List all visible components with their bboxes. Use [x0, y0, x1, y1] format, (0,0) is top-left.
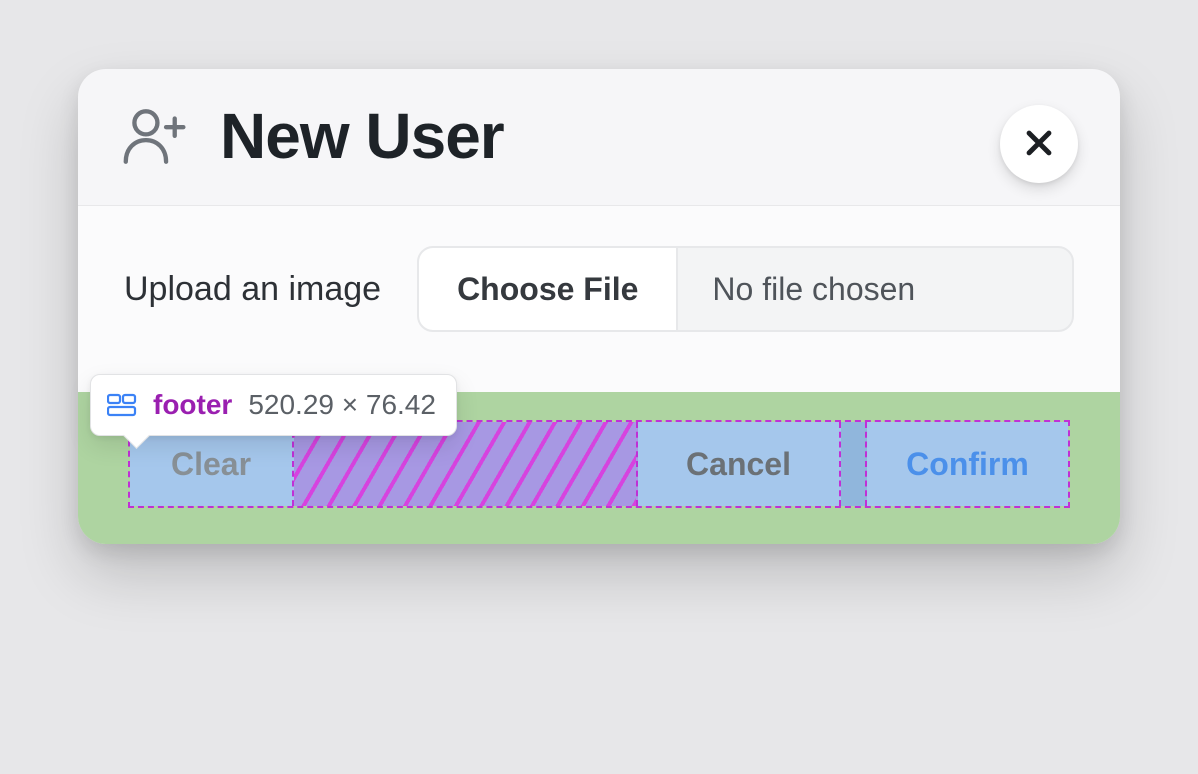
devtools-element-tooltip: footer 520.29 × 76.42 [90, 374, 457, 436]
close-icon [1022, 126, 1056, 163]
confirm-button-label: Confirm [906, 446, 1029, 483]
choose-file-button[interactable]: Choose File [419, 248, 678, 330]
tooltip-element-name: footer [153, 389, 232, 421]
dialog-header: New User [78, 69, 1120, 205]
new-user-dialog: New User Upload an image Choose File No … [78, 69, 1120, 544]
upload-label: Upload an image [124, 270, 381, 309]
dialog-title: New User [220, 99, 504, 173]
footer-right-group: Cancel Confirm [638, 422, 1068, 506]
close-button[interactable] [1000, 105, 1078, 183]
user-add-icon [120, 106, 192, 166]
cancel-button[interactable]: Cancel [638, 422, 841, 506]
footer-button-gap [841, 422, 867, 506]
clear-button-label: Clear [171, 446, 251, 483]
stage: New User Upload an image Choose File No … [0, 0, 1198, 774]
dialog-body: Upload an image Choose File No file chos… [78, 205, 1120, 392]
file-status: No file chosen [678, 248, 1072, 330]
tooltip-element-dimensions: 520.29 × 76.42 [248, 389, 436, 421]
flex-container-icon [107, 393, 137, 417]
file-input[interactable]: Choose File No file chosen [417, 246, 1074, 332]
confirm-button[interactable]: Confirm [867, 422, 1068, 506]
cancel-button-label: Cancel [686, 446, 791, 483]
